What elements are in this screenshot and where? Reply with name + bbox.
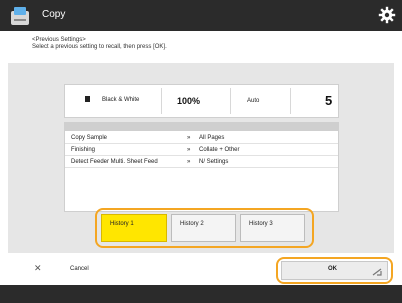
setting-value: All Pages xyxy=(199,135,225,141)
setting-name: Copy Sample xyxy=(71,135,108,141)
cancel-label: Cancel xyxy=(70,266,89,272)
instruction-text: <Previous Settings> Select a previous se… xyxy=(32,37,372,51)
paper-select-value: Auto xyxy=(247,98,260,104)
checkmark-icon xyxy=(372,268,382,276)
cancel-button[interactable] xyxy=(30,260,150,280)
setting-name: Detect Feeder Multi. Sheet Feed xyxy=(71,159,158,165)
summary-divider xyxy=(161,88,162,114)
color-mode-icon xyxy=(85,96,90,102)
setting-separator: » xyxy=(187,159,191,165)
ok-label: OK xyxy=(328,266,337,272)
setting-value: Collate + Other xyxy=(199,147,240,153)
gear-icon[interactable] xyxy=(378,6,396,24)
status-bar xyxy=(0,285,402,303)
history-2-button[interactable]: History 2 xyxy=(171,214,236,242)
instruction-body: Select a previous setting to recall, the… xyxy=(32,44,167,50)
setting-separator: » xyxy=(187,135,191,141)
instruction-title: <Previous Settings> xyxy=(32,37,86,43)
list-item: Finishing » Collate + Other xyxy=(65,144,338,156)
app-title: Copy xyxy=(42,9,66,20)
copy-icon xyxy=(11,7,29,25)
summary-divider xyxy=(230,88,231,114)
color-mode-value: Black & White xyxy=(102,97,140,103)
setting-separator: » xyxy=(187,147,191,153)
setting-name: Finishing xyxy=(71,147,96,153)
copy-ratio-value: 100% xyxy=(177,96,201,106)
history-3-button[interactable]: History 3 xyxy=(240,214,305,242)
copies-count: 5 xyxy=(325,93,333,108)
setting-value: N/ Settings xyxy=(199,159,229,165)
summary-divider xyxy=(290,88,291,114)
close-icon: ✕ xyxy=(34,263,42,273)
settings-list-header xyxy=(65,123,338,131)
list-item: Detect Feeder Multi. Sheet Feed » N/ Set… xyxy=(65,156,338,168)
list-item: Copy Sample » All Pages xyxy=(65,132,338,144)
history-1-button[interactable]: History 1 xyxy=(101,214,167,242)
